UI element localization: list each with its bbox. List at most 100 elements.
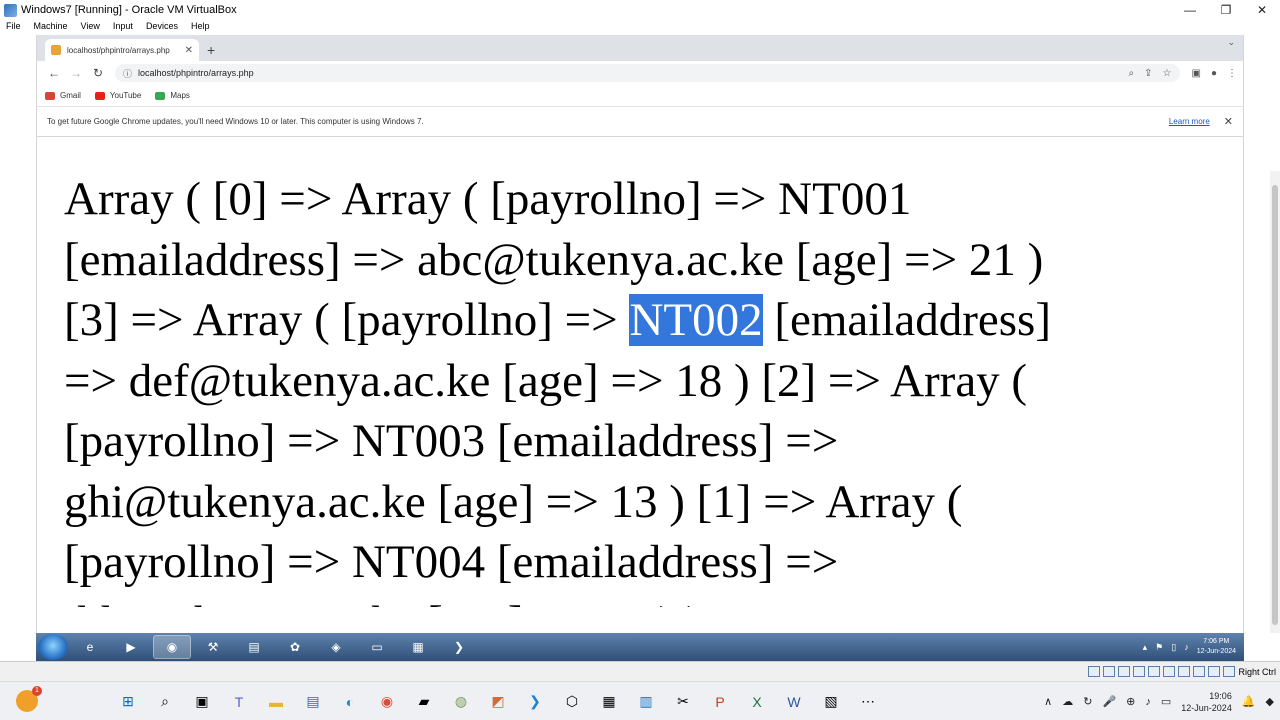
more-apps-icon[interactable]: ⋯ (856, 690, 880, 714)
usb-icon[interactable] (1148, 666, 1161, 677)
app-icon[interactable]: ◈ (317, 635, 355, 659)
volume-icon[interactable]: ♪ (1145, 696, 1151, 708)
menu-devices[interactable]: Devices (140, 20, 185, 35)
tray-cloud-icon[interactable]: ☁ (1062, 695, 1073, 708)
bookmark-star-icon[interactable]: ☆ (1163, 68, 1172, 79)
teams-icon[interactable]: T (227, 690, 251, 714)
folder-icon[interactable]: ▭ (358, 635, 396, 659)
sublime-icon[interactable]: ▰ (412, 690, 436, 714)
excel-icon[interactable]: X (745, 690, 769, 714)
xampp-icon[interactable]: ✿ (276, 635, 314, 659)
menu-help[interactable]: Help (185, 20, 217, 35)
win7-start-button[interactable] (38, 634, 68, 660)
tray-network-icon[interactable]: ▯ (1171, 642, 1176, 653)
tray-flag-icon[interactable]: ⚑ (1155, 642, 1163, 653)
menu-kebab-icon[interactable]: ⋮ (1227, 68, 1237, 79)
search-icon[interactable]: ⌕ (153, 690, 177, 714)
menu-input[interactable]: Input (107, 20, 140, 35)
browser-tab[interactable]: localhost/phpintro/arrays.php ✕ (45, 39, 199, 61)
cpu-icon[interactable] (1208, 666, 1221, 677)
omnibox-icons: ⌕ ⇪ ☆ (1129, 68, 1172, 79)
bookmark-youtube[interactable]: YouTube (94, 91, 142, 100)
share-icon[interactable]: ⇪ (1144, 68, 1152, 79)
notepad-icon[interactable]: ▥ (634, 690, 658, 714)
learn-more-link[interactable]: Learn more (1169, 117, 1210, 126)
snipping-icon[interactable]: ✂ (671, 690, 695, 714)
bookmark-label: YouTube (109, 91, 142, 100)
site-info-icon[interactable]: ⓘ (123, 67, 132, 80)
output-line: [payrollno] => NT003 [emailaddress] => (64, 415, 839, 467)
microphone-icon[interactable]: 🎤 (1102, 695, 1116, 708)
forward-button[interactable]: → (65, 66, 87, 80)
hdd-icon[interactable] (1088, 666, 1101, 677)
winrar-icon[interactable]: ▦ (399, 635, 437, 659)
calendar-icon[interactable]: ▦ (597, 690, 621, 714)
tab-title: localhost/phpintro/arrays.php (67, 45, 170, 55)
win7-clock[interactable]: 7:06 PM 12-Jun-2024 (1197, 637, 1236, 657)
store-icon[interactable]: ▤ (301, 690, 325, 714)
page-viewport[interactable]: Array ( [0] => Array ( [payrollno] => NT… (37, 137, 1243, 607)
toolbar-right: ▣ ● ⋮ (1192, 68, 1238, 79)
bookmark-maps[interactable]: Maps (155, 91, 190, 100)
tray-volume-icon[interactable]: ♪ (1184, 642, 1189, 652)
new-tab-button[interactable]: + (207, 39, 215, 61)
minimize-button[interactable]: — (1172, 0, 1208, 20)
win11-clock[interactable]: 19:06 12-Jun-2024 (1181, 690, 1232, 714)
edge-icon[interactable]: ◐ (338, 690, 362, 714)
scrollbar-thumb[interactable] (1272, 185, 1278, 625)
menu-machine[interactable]: Machine (28, 20, 75, 35)
output-line: [emailaddress] => abc@tukenya.ac.ke [age… (64, 233, 1044, 286)
tray-overflow-icon[interactable]: ∧ (1044, 695, 1052, 708)
recording-icon[interactable] (1193, 666, 1206, 677)
tab-search-icon[interactable]: ⌄ (1227, 37, 1235, 48)
vm-active-icon[interactable]: ▧ (819, 690, 843, 714)
window-title: Windows7 [Running] - Oracle VM VirtualBo… (21, 4, 237, 16)
infobar-close-icon[interactable]: ✕ (1224, 115, 1233, 128)
file-explorer-icon[interactable]: ▬ (264, 690, 288, 714)
tools-icon[interactable]: ⚒ (194, 635, 232, 659)
menu-file[interactable]: File (0, 20, 28, 35)
clock-date: 12-Jun-2024 (1181, 702, 1232, 713)
reload-button[interactable]: ↻ (87, 66, 109, 80)
git-icon[interactable]: ◍ (449, 690, 473, 714)
bookmark-label: Gmail (60, 91, 81, 100)
mouse-integration-icon[interactable] (1223, 666, 1236, 677)
powerpoint-icon[interactable]: P (708, 690, 732, 714)
audio-icon[interactable] (1118, 666, 1131, 677)
shared-folder-icon[interactable] (1163, 666, 1176, 677)
profile-icon[interactable]: ● (1211, 68, 1217, 79)
maximize-button[interactable]: ❐ (1208, 0, 1244, 20)
notifications-icon[interactable]: 🔔 (1242, 695, 1256, 708)
language-icon[interactable]: ⊕ (1126, 695, 1135, 708)
paint-icon[interactable]: ◩ (486, 690, 510, 714)
back-button[interactable]: ← (43, 66, 65, 80)
tray-sync-icon[interactable]: ↻ (1083, 695, 1092, 708)
copilot-icon[interactable]: ◆ (1266, 695, 1274, 708)
network-icon[interactable]: ▤ (235, 635, 273, 659)
widgets-icon[interactable]: 1 (16, 686, 42, 712)
media-player-icon[interactable]: ▶ (112, 635, 150, 659)
chrome-icon[interactable]: ◉ (375, 690, 399, 714)
zoom-icon[interactable]: ⌕ (1129, 68, 1135, 79)
display-icon[interactable] (1178, 666, 1191, 677)
tab-close-icon[interactable]: ✕ (185, 45, 193, 56)
tray-arrow-icon[interactable]: ▴ (1143, 642, 1148, 653)
page-scrollbar[interactable] (1270, 171, 1280, 633)
task-view-icon[interactable]: ▣ (190, 690, 214, 714)
side-panel-icon[interactable]: ▣ (1192, 68, 1201, 79)
network-adapter-icon[interactable] (1133, 666, 1146, 677)
battery-icon[interactable]: ▭ (1161, 695, 1171, 708)
chrome-taskbar-icon[interactable]: ◉ (153, 635, 191, 659)
bookmark-gmail[interactable]: Gmail (45, 91, 81, 100)
word-icon[interactable]: W (782, 690, 806, 714)
address-bar[interactable]: ⓘ localhost/phpintro/arrays.php ⌕ ⇪ ☆ (115, 64, 1180, 82)
vscode-host-icon[interactable]: ❯ (523, 690, 547, 714)
tab-strip-controls: ⌄ (1227, 37, 1235, 48)
ie-icon[interactable]: e (71, 635, 109, 659)
virtualbox-host-icon[interactable]: ⬡ (560, 690, 584, 714)
optical-drive-icon[interactable] (1103, 666, 1116, 677)
start-icon[interactable]: ⊞ (116, 690, 140, 714)
menu-view[interactable]: View (75, 20, 107, 35)
close-button[interactable]: ✕ (1244, 0, 1280, 20)
vscode-icon[interactable]: ❯ (440, 635, 478, 659)
